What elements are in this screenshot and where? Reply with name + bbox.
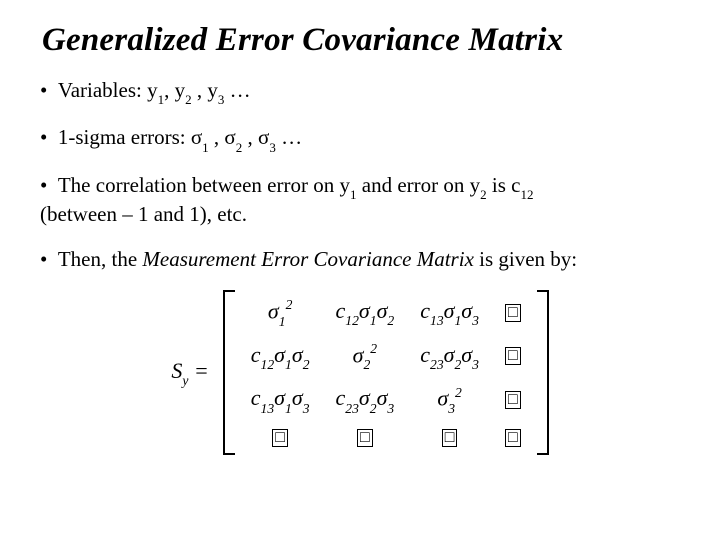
cell-12: c12σ1σ2: [336, 298, 395, 327]
cell-24-missing-glyph: □: [505, 347, 521, 365]
text: 1-sigma errors:: [58, 125, 191, 149]
cell-41-missing-glyph: □: [272, 429, 288, 447]
sub: 1: [158, 92, 165, 107]
cell-22: σ22: [353, 342, 377, 372]
cell-31: c13σ1σ3: [251, 385, 310, 414]
text: ,: [192, 78, 208, 102]
bullet-sigmas: • 1-sigma errors: σ1 , σ2 , σ3 …: [40, 124, 680, 153]
var-y: y: [470, 173, 481, 197]
cell-23: c23σ2σ3: [420, 342, 479, 371]
matrix-lhs: Sy =: [171, 358, 208, 387]
var-sigma: σ: [258, 125, 269, 149]
text: and error on: [357, 173, 470, 197]
sub: 12: [520, 187, 533, 202]
text: …: [224, 78, 250, 102]
text: Variables:: [58, 78, 147, 102]
cell-13: c13σ1σ3: [420, 298, 479, 327]
cell-32: c23σ2σ3: [336, 385, 395, 414]
text: Then, the: [58, 247, 143, 271]
bullet-then: • Then, the Measurement Error Covariance…: [40, 246, 680, 272]
left-bracket-icon: [223, 290, 237, 455]
matrix-body: σ12 c12σ1σ2 c13σ1σ3 □ c12σ1σ2 σ22 c23σ2σ…: [223, 290, 549, 455]
cell-33: σ32: [437, 385, 461, 415]
bullet-variables: • Variables: y1, y2 , y3 …: [40, 77, 680, 106]
cell-21: c12σ1σ2: [251, 342, 310, 371]
var-y: y: [147, 78, 158, 102]
var-sigma: σ: [224, 125, 235, 149]
text: ,: [242, 125, 258, 149]
var-sigma: σ: [191, 125, 202, 149]
slide-title: Generalized Error Covariance Matrix: [42, 22, 680, 59]
var-y: y: [207, 78, 218, 102]
var-y: y: [175, 78, 186, 102]
text: …: [276, 125, 302, 149]
sub: 2: [185, 92, 192, 107]
sub: 3: [269, 140, 276, 155]
cell-34-missing-glyph: □: [505, 391, 521, 409]
text: is given by:: [474, 247, 577, 271]
cell-44-missing-glyph: □: [505, 429, 521, 447]
var-S: S: [171, 358, 182, 383]
text: The correlation between error on: [58, 173, 340, 197]
bullets-region: • Variables: y1, y2 , y3 … • 1-sigma err…: [40, 77, 680, 272]
cell-42-missing-glyph: □: [357, 429, 373, 447]
sub: 1: [202, 140, 209, 155]
bullet-correlation: • The correlation between error on y1 an…: [40, 172, 680, 228]
emph: Measurement Error Covariance Matrix: [142, 247, 473, 271]
sub: 2: [480, 187, 487, 202]
var-y: y: [339, 173, 350, 197]
text: ,: [209, 125, 225, 149]
sub: 2: [236, 140, 243, 155]
sub: 3: [218, 92, 225, 107]
equals: =: [188, 358, 208, 383]
covariance-matrix: Sy = σ12 c12σ1σ2 c13σ1σ3 □: [40, 290, 680, 455]
text: is c: [487, 173, 521, 197]
text: (between – 1 and 1), etc.: [40, 202, 247, 226]
cell-14-missing-glyph: □: [505, 304, 521, 322]
matrix-grid: σ12 c12σ1σ2 c13σ1σ3 □ c12σ1σ2 σ22 c23σ2σ…: [237, 290, 535, 455]
text: ,: [164, 78, 175, 102]
sub: y: [182, 373, 188, 388]
right-bracket-icon: [535, 290, 549, 455]
cell-11: σ12: [268, 298, 292, 328]
sub: 1: [350, 187, 357, 202]
cell-43-missing-glyph: □: [442, 429, 458, 447]
